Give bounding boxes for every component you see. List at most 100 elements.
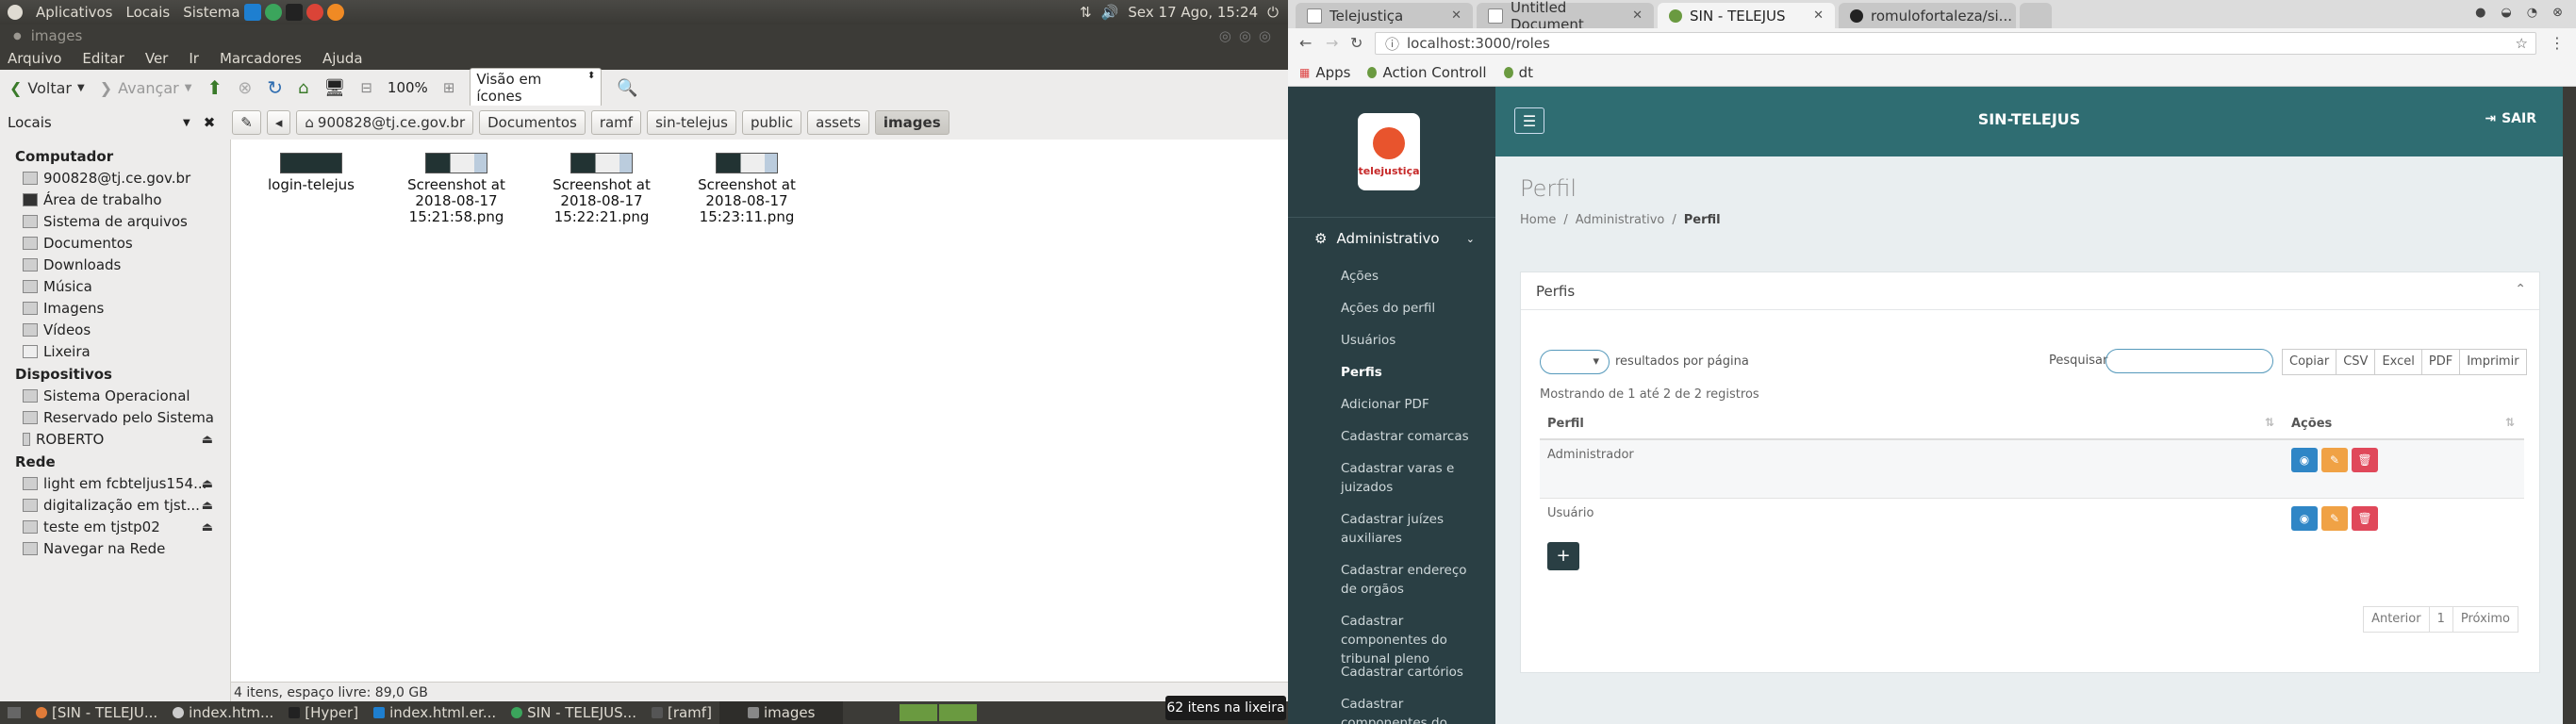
network-share-teste[interactable]: teste em tjstp02 ⏏ — [0, 517, 230, 538]
zoom-out-icon[interactable]: ⊟ — [360, 79, 372, 96]
sidebar-group-administrativo[interactable]: ⚙ Administrativo ⌄ — [1314, 228, 1475, 249]
breadcrumb-left-button[interactable]: ◂ — [266, 110, 291, 135]
reload-icon[interactable]: ↻ — [267, 76, 283, 99]
browse-network[interactable]: Navegar na Rede — [0, 538, 230, 560]
menu-locais[interactable]: Locais — [125, 4, 170, 21]
close-icon[interactable]: ✕ — [1813, 8, 1824, 23]
nav-cadastrar-endereco[interactable]: Cadastrar endereço de orgãos — [1341, 561, 1482, 599]
print-button[interactable]: Imprimir — [2459, 349, 2527, 375]
file-item[interactable]: login-telejus — [240, 147, 382, 193]
tab-telejustica[interactable]: Telejustiça ✕ — [1296, 3, 1473, 28]
nav-cadastrar-comarcas[interactable]: Cadastrar comarcas — [1341, 427, 1482, 446]
pagination-previous[interactable]: Anterior — [2363, 606, 2430, 633]
device-reservado[interactable]: Reservado pelo Sistema — [0, 407, 230, 429]
place-downloads[interactable]: Downloads — [0, 255, 230, 276]
breadcrumb-home[interactable]: ⌂ 900828@tj.ce.gov.br — [296, 110, 474, 135]
menu-editar[interactable]: Editar — [82, 50, 124, 67]
places-dropdown-icon[interactable]: ▼ — [183, 118, 190, 128]
breadcrumb-assets[interactable]: assets — [807, 110, 869, 135]
tab-untitled[interactable]: Untitled Document ✕ — [1477, 0, 1654, 33]
menu-aplicativos[interactable]: Aplicativos — [36, 4, 112, 21]
view-button[interactable]: ◉ — [2291, 506, 2318, 531]
taskbar-item[interactable]: index.htm... — [165, 701, 281, 724]
breadcrumb-documentos[interactable]: Documentos — [479, 110, 586, 135]
breadcrumb-public[interactable]: public — [742, 110, 802, 135]
menu-marcadores[interactable]: Marcadores — [220, 50, 302, 67]
delete-button[interactable]: 🗑 — [2352, 448, 2378, 472]
device-roberto[interactable]: ROBERTO ⏏ — [0, 429, 230, 451]
delete-button[interactable]: 🗑 — [2352, 506, 2378, 531]
file-item[interactable]: Screenshot at 2018-08-17 15:22:21.png — [531, 147, 672, 225]
bookmark-dt[interactable]: dt — [1503, 64, 1533, 81]
breadcrumb-images[interactable]: images — [874, 110, 949, 135]
menu-ir[interactable]: Ir — [189, 50, 199, 67]
chrome2-launcher-icon[interactable] — [305, 4, 323, 21]
chrome-launcher-icon[interactable] — [264, 4, 282, 21]
column-header-perfil[interactable]: Perfil ⇅ — [1540, 408, 2284, 440]
back-arrow-icon[interactable]: ← — [1299, 34, 1312, 52]
ubuntu-logo-icon[interactable] — [8, 5, 23, 20]
close-sidebar-icon[interactable]: ✖ — [204, 114, 216, 131]
excel-button[interactable]: Excel — [2374, 349, 2422, 375]
logout-button[interactable]: ⇥ SAIR — [2485, 111, 2536, 126]
search-input[interactable] — [2105, 349, 2273, 373]
window-controls-icon[interactable]: ◎◎◎ — [1219, 27, 1279, 44]
place-imagens[interactable]: Imagens — [0, 298, 230, 320]
place-filesystem[interactable]: Sistema de arquivos — [0, 211, 230, 233]
chevron-down-icon[interactable]: ▼ — [77, 83, 85, 93]
pagination-page[interactable]: 1 — [2428, 606, 2453, 633]
nav-cadastrar-varas[interactable]: Cadastrar varas e juizados — [1341, 459, 1482, 497]
menu-ver[interactable]: Ver — [145, 50, 169, 67]
nav-cadastrar-cartorios[interactable]: Cadastrar cartórios — [1341, 663, 1482, 682]
profile-icon[interactable]: ● — [2475, 6, 2485, 20]
pdf-button[interactable]: PDF — [2420, 349, 2461, 375]
view-button[interactable]: ◉ — [2291, 448, 2318, 472]
place-videos[interactable]: Vídeos — [0, 320, 230, 341]
taskbar-item[interactable]: SIN - TELEJUS... — [504, 701, 644, 724]
eject-icon[interactable]: ⏏ — [202, 520, 213, 535]
tab-sin-telejus[interactable]: SIN - TELEJUS ✕ — [1658, 3, 1835, 28]
nav-cadastrar-componentes-pleno[interactable]: Cadastrar componentes do tribunal pleno — [1341, 612, 1482, 668]
taskbar-item[interactable]: [SIN - TELEJU... — [28, 701, 165, 724]
menu-sistema[interactable]: Sistema — [183, 4, 239, 21]
menu-arquivo[interactable]: Arquivo — [8, 50, 61, 67]
breadcrumb-administrativo[interactable]: Administrativo — [1576, 213, 1665, 227]
new-tab-button[interactable] — [2020, 3, 2052, 28]
tab-github[interactable]: romulofortaleza/si... ✕ — [1839, 3, 2030, 28]
taskbar-item[interactable]: images — [718, 701, 844, 724]
place-documentos[interactable]: Documentos — [0, 233, 230, 255]
view-mode-select[interactable]: Visão em ícones ⬍ — [470, 68, 603, 107]
file-item[interactable]: Screenshot at 2018-08-17 15:21:58.png — [386, 147, 527, 225]
back-button[interactable]: ❮ Voltar ▼ — [9, 79, 85, 97]
up-icon[interactable]: ⬆ — [206, 76, 223, 99]
workspace-1[interactable] — [900, 704, 938, 721]
search-icon[interactable]: 🔍 — [617, 78, 637, 98]
computer-icon[interactable]: 🖥 — [323, 78, 345, 98]
csv-button[interactable]: CSV — [2336, 349, 2376, 375]
menu-ajuda[interactable]: Ajuda — [322, 50, 363, 67]
window-menu-icon[interactable]: ● — [13, 31, 22, 41]
app-logo[interactable]: telejustiça — [1358, 113, 1420, 190]
nav-cadastrar-componentes-superior[interactable]: Cadastrar componentes do tribunal superi… — [1341, 695, 1482, 724]
volume-icon[interactable]: 🔊 — [1101, 4, 1119, 21]
network-share-light[interactable]: light em fcbteljus154... ⏏ — [0, 473, 230, 495]
forward-button[interactable]: ❯ Avançar ▼ — [100, 79, 192, 97]
breadcrumb-home[interactable]: Home — [1520, 213, 1556, 227]
file-view[interactable]: login-telejus Screenshot at 2018-08-17 1… — [231, 140, 1288, 682]
info-icon[interactable]: ⓘ — [1385, 34, 1399, 54]
edit-button[interactable]: ✎ — [2321, 448, 2348, 472]
nav-cadastrar-juizes[interactable]: Cadastrar juízes auxiliares — [1341, 510, 1482, 548]
place-desktop[interactable]: Área de trabalho — [0, 189, 230, 211]
places-label[interactable]: Locais — [8, 114, 177, 131]
forward-arrow-icon[interactable]: → — [1326, 34, 1338, 52]
eject-icon[interactable]: ⏏ — [202, 433, 213, 447]
home-icon[interactable]: ⌂ — [298, 78, 308, 98]
maximize-icon[interactable]: ◔ — [2527, 6, 2537, 20]
taskbar-item[interactable]: index.html.er... — [366, 701, 504, 724]
power-icon[interactable]: ⏻ — [1267, 4, 1279, 21]
nav-usuarios[interactable]: Usuários — [1341, 331, 1482, 350]
place-lixeira[interactable]: Lixeira — [0, 341, 230, 363]
bookmark-star-icon[interactable]: ☆ — [2516, 35, 2528, 52]
workspace-2[interactable] — [939, 704, 978, 721]
edit-location-button[interactable]: ✎ — [232, 110, 261, 135]
